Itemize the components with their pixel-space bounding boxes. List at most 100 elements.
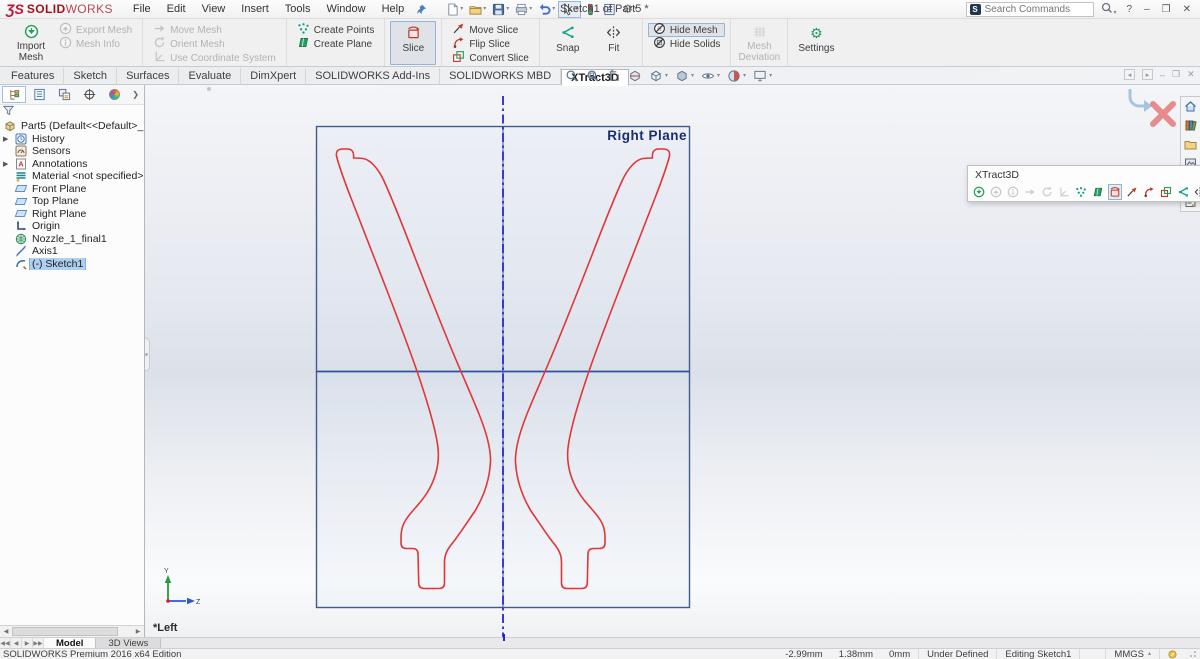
xtract3d-palette[interactable]: XTract3D ✕ ⚙ <box>967 165 1200 202</box>
tree-item-origin[interactable]: Origin <box>0 220 144 233</box>
tree-item-front-plane[interactable]: Front Plane <box>0 183 144 196</box>
menu-view[interactable]: View <box>194 1 234 17</box>
expand-caret-icon[interactable]: ▶ <box>3 160 8 168</box>
display-manager-icon[interactable] <box>102 86 126 103</box>
new-document-icon[interactable]: ▾ <box>443 1 466 18</box>
property-manager-icon[interactable] <box>27 86 51 103</box>
doc-minimize-button[interactable]: – <box>1160 70 1165 80</box>
scroll-left-icon[interactable]: ◀ <box>0 628 12 635</box>
tab-surfaces[interactable]: Surfaces <box>117 68 179 85</box>
menu-insert[interactable]: Insert <box>233 1 277 17</box>
file-explorer-icon[interactable] <box>1183 137 1199 152</box>
prev-tab-icon[interactable]: ◀ <box>11 638 22 648</box>
orient-mesh-button[interactable]: Orient Mesh <box>148 37 281 51</box>
tab-solidworks-mbd[interactable]: SOLIDWORKS MBD <box>440 68 561 85</box>
fit-icon[interactable] <box>1193 184 1200 200</box>
create-points-button[interactable]: Create Points <box>292 23 380 37</box>
move-slice-icon[interactable] <box>1125 184 1139 200</box>
cancel-sketch-icon[interactable] <box>1146 97 1180 131</box>
tab-3d-views[interactable]: 3D Views <box>96 638 161 648</box>
tab-solidworks-add-ins[interactable]: SOLIDWORKS Add-Ins <box>306 68 440 85</box>
convert-slice-icon[interactable] <box>1159 184 1173 200</box>
tab-features[interactable]: Features <box>2 68 64 85</box>
move-slice-button[interactable]: Move Slice <box>447 23 533 37</box>
scroll-right-icon[interactable]: ▶ <box>132 628 144 635</box>
export-mesh-button[interactable]: Export Mesh <box>54 23 137 37</box>
manager-tabs-more-icon[interactable]: ❯ <box>132 90 142 99</box>
tree-item-history[interactable]: ▶ History <box>0 133 144 146</box>
menu-window[interactable]: Window <box>318 1 373 17</box>
last-tab-icon[interactable]: ▶▶ <box>33 638 44 648</box>
xtract3d-palette-titlebar[interactable]: XTract3D ✕ <box>968 166 1200 182</box>
resize-grip[interactable] <box>1189 650 1197 658</box>
next-tab-icon[interactable]: ▶ <box>22 638 33 648</box>
undo-icon[interactable]: ▾ <box>535 1 558 18</box>
help-button[interactable]: ? <box>1124 4 1136 15</box>
tree-item-sensors[interactable]: Sensors <box>0 145 144 158</box>
minimize-button[interactable]: – <box>1141 4 1153 15</box>
maximize-button[interactable]: ❐ <box>1159 4 1174 15</box>
tree-item-top-plane[interactable]: Top Plane <box>0 195 144 208</box>
close-button[interactable]: ✕ <box>1180 4 1194 15</box>
hide-solids-button[interactable]: Hide Solids <box>648 37 726 51</box>
slice-button[interactable]: Slice <box>390 21 436 65</box>
menu-help[interactable]: Help <box>374 1 413 17</box>
home-icon[interactable] <box>1183 99 1199 114</box>
snap-button[interactable]: Snap <box>545 21 591 65</box>
tab-sketch[interactable]: Sketch <box>64 68 117 85</box>
orient-mesh-icon[interactable] <box>1040 184 1054 200</box>
feature-manager-icon[interactable] <box>2 86 26 103</box>
filter-funnel-icon[interactable] <box>3 105 14 119</box>
pin-icon[interactable] <box>416 4 427 15</box>
export-mesh-icon[interactable] <box>989 184 1003 200</box>
open-icon[interactable]: ▾ <box>466 1 489 18</box>
design-library-icon[interactable] <box>1183 118 1199 133</box>
hide-show-items-icon[interactable]: ▾ <box>701 69 720 83</box>
zoom-to-fit-icon[interactable] <box>565 69 579 83</box>
view-settings-icon[interactable]: ▾ <box>753 69 772 83</box>
print-icon[interactable]: ▾ <box>512 1 535 18</box>
graphics-area[interactable]: Right Plane Y Z *Left <box>145 85 1200 637</box>
first-tab-icon[interactable]: ◀◀ <box>0 638 11 648</box>
edit-appearance-icon[interactable]: ▾ <box>727 69 746 83</box>
section-view-icon[interactable] <box>628 69 642 83</box>
mesh-deviation-button[interactable]: Mesh Deviation <box>736 21 782 65</box>
previous-view-icon[interactable] <box>607 69 621 83</box>
doc-back-button[interactable]: ◂ <box>1124 69 1135 80</box>
snap-icon[interactable] <box>1176 184 1190 200</box>
tree-item-sketch1[interactable]: (-) Sketch1 <box>0 258 144 271</box>
fit-button[interactable]: Fit <box>591 21 637 65</box>
configuration-manager-icon[interactable] <box>52 86 76 103</box>
use-coordinate-system-button[interactable]: Use Coordinate System <box>148 51 281 65</box>
tab-model[interactable]: Model <box>44 638 96 648</box>
slice-icon[interactable] <box>1108 184 1122 200</box>
flip-slice-button[interactable]: Flip Slice <box>447 37 533 51</box>
tree-item-annotations[interactable]: ▶ A Annotations <box>0 158 144 171</box>
menu-tools[interactable]: Tools <box>277 1 319 17</box>
tree-item-right-plane[interactable]: Right Plane <box>0 208 144 221</box>
convert-slice-button[interactable]: Convert Slice <box>447 51 533 65</box>
mesh-info-icon[interactable] <box>1006 184 1020 200</box>
tree-item-part[interactable]: Part5 (Default<<Default>_Display State 1… <box>0 120 144 133</box>
tree-item-axis1[interactable]: Axis1 <box>0 245 144 258</box>
create-plane-icon[interactable] <box>1091 184 1105 200</box>
search-magnifier-icon[interactable]: ▾ <box>1100 2 1118 17</box>
units-selector[interactable]: MMGS▴ <box>1105 649 1159 659</box>
import-mesh-icon[interactable] <box>972 184 986 200</box>
zoom-to-area-icon[interactable] <box>586 69 600 83</box>
hide-mesh-button[interactable]: Hide Mesh <box>648 23 726 37</box>
expand-caret-icon[interactable]: ▶ <box>3 135 8 143</box>
import-mesh-button[interactable]: Import Mesh <box>8 21 54 65</box>
settings-button[interactable]: ⚙ Settings <box>793 21 839 65</box>
tree-item-nozzle-mesh[interactable]: Nozzle_1_final1 <box>0 233 144 246</box>
search-input[interactable] <box>985 4 1090 15</box>
use-coordinate-system-icon[interactable] <box>1057 184 1071 200</box>
create-plane-button[interactable]: Create Plane <box>292 37 380 51</box>
move-mesh-button[interactable]: Move Mesh <box>148 23 281 37</box>
move-mesh-icon[interactable] <box>1023 184 1037 200</box>
t tree-item-material[interactable]: Material <not specified> <box>0 170 144 183</box>
display-style-icon[interactable]: ▾ <box>675 69 694 83</box>
mesh-info-button[interactable]: Mesh Info <box>54 37 137 51</box>
save-icon[interactable]: ▾ <box>489 1 512 18</box>
create-points-icon[interactable] <box>1074 184 1088 200</box>
